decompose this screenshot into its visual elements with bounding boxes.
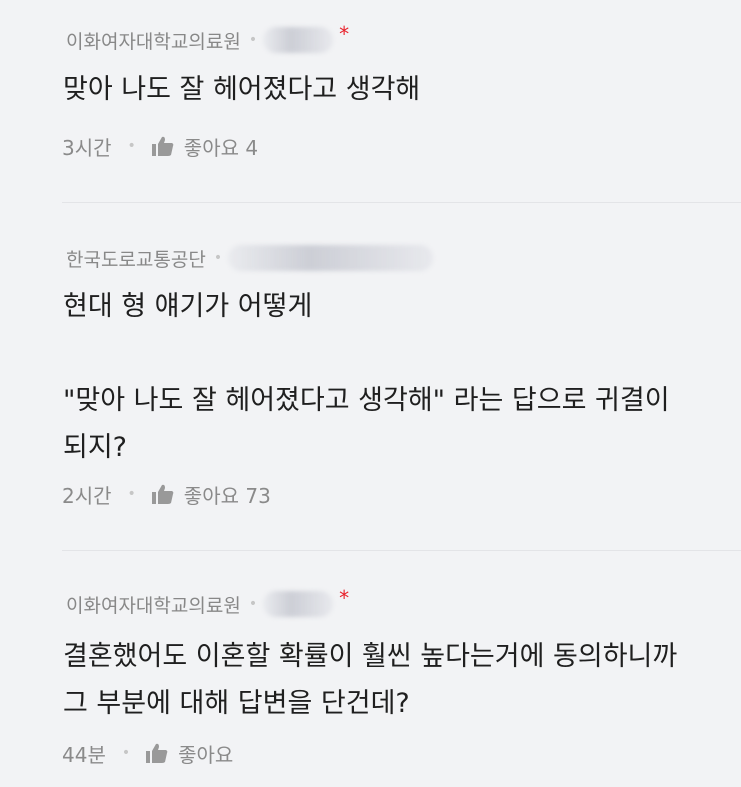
comment-author[interactable]: 이화여자대학교의료원 bbox=[66, 27, 241, 54]
comment-text: 현대 형 얘기가 어떻게 "맞아 나도 잘 헤어졌다고 생각해" 라는 답으로 … bbox=[63, 291, 670, 463]
separator-dot: • bbox=[121, 745, 131, 761]
comment-time: 44분 bbox=[62, 742, 106, 767]
comment-meta: 이화여자대학교의료원 • * bbox=[66, 586, 349, 618]
thumbs-up-icon bbox=[151, 484, 174, 504]
separator-dot: • bbox=[248, 596, 258, 612]
comment-footer: 44분 • 좋아요 bbox=[62, 739, 233, 767]
comment-meta: 한국도로교통공단 • bbox=[66, 244, 434, 272]
separator-dot: • bbox=[127, 486, 136, 502]
separator-dot: • bbox=[127, 138, 136, 154]
separator-dot: • bbox=[213, 250, 223, 266]
comment-meta: 이화여자대학교의료원 • * bbox=[66, 22, 349, 54]
separator-dot: • bbox=[248, 32, 258, 48]
comment-footer: 2시간 • 좋아요 73 bbox=[62, 480, 271, 508]
divider bbox=[62, 550, 741, 551]
like-button[interactable]: 좋아요 bbox=[146, 739, 233, 768]
comment-time: 3시간 bbox=[62, 135, 112, 160]
star-icon: * bbox=[339, 586, 350, 610]
comment-time: 2시간 bbox=[62, 483, 112, 508]
comment-footer: 3시간 • 좋아요 4 bbox=[62, 132, 258, 160]
like-label: 좋아요 73 bbox=[183, 483, 271, 508]
blurred-username bbox=[263, 591, 334, 617]
like-label: 좋아요 bbox=[178, 742, 234, 767]
divider bbox=[62, 202, 741, 203]
like-button[interactable]: 좋아요 4 bbox=[151, 132, 259, 161]
comment-author[interactable]: 한국도로교통공단 bbox=[66, 245, 206, 272]
like-button[interactable]: 좋아요 73 bbox=[151, 480, 271, 509]
thumbs-up-icon bbox=[146, 743, 168, 763]
comment-author[interactable]: 이화여자대학교의료원 bbox=[66, 591, 241, 618]
comment-text: 맞아 나도 잘 헤어졌다고 생각해 bbox=[63, 74, 421, 105]
blurred-username bbox=[263, 27, 334, 53]
star-icon: * bbox=[339, 22, 350, 46]
comment-text: 결혼했어도 이혼할 확률이 훨씬 높다는거에 동의하니까 그 부분에 대해 답변… bbox=[63, 641, 678, 719]
blurred-username bbox=[228, 245, 434, 271]
thumbs-up-icon bbox=[151, 136, 174, 156]
like-label: 좋아요 4 bbox=[183, 135, 259, 160]
